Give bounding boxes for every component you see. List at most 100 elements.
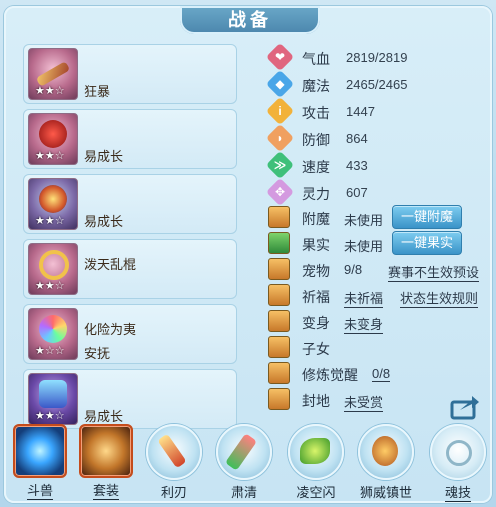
stat-value: 1447 <box>346 104 375 119</box>
stat-label: 灵力 <box>302 186 330 202</box>
fruit-label: 果实 <box>302 237 330 253</box>
cultivation-value[interactable]: 0/8 <box>372 366 391 382</box>
tab-beast[interactable]: 斗兽 <box>12 424 68 500</box>
beast-orb-icon <box>13 424 67 478</box>
equipment-trait-1: 化险为夷 <box>84 322 137 337</box>
pet-icon <box>268 258 290 280</box>
pet-label: 宠物 <box>302 263 330 279</box>
red-gem-icon: ★★☆ <box>28 113 78 165</box>
blessing-icon <box>268 284 290 306</box>
equipment-slot-4[interactable]: ★★☆ 泼天乱棍 <box>23 239 237 299</box>
equipment-trait: 易成长 <box>84 214 124 229</box>
stat-value: 2819/2819 <box>346 50 408 65</box>
mech-eye-icon: ★★☆ <box>28 178 78 230</box>
child-label: 子女 <box>302 341 330 357</box>
transform-label: 变身 <box>302 315 330 331</box>
child-icon <box>268 336 290 358</box>
stat-spirit: ✥ 灵力 607 <box>265 177 480 207</box>
one-click-enchant-button[interactable]: 一键附魔 <box>392 205 462 229</box>
enchant-value: 未使用 <box>344 213 384 228</box>
armor-set-icon <box>79 424 133 478</box>
stat-label: 防御 <box>302 132 330 148</box>
blade-icon <box>146 424 202 480</box>
skill-blade[interactable]: 利刃 <box>146 424 202 501</box>
child-row: 子女 <box>268 334 488 360</box>
cultivation-label: 修炼觉醒 <box>302 367 358 383</box>
lion-icon <box>358 424 414 480</box>
purge-icon <box>216 424 272 480</box>
star-rating: ★★☆ <box>35 150 65 162</box>
window-title: 战备 <box>180 6 320 34</box>
shield-icon: ◗ <box>265 123 295 153</box>
attack-icon: i <box>265 96 295 126</box>
equipment-slot-2[interactable]: ★★☆ 易成长 <box>23 109 237 169</box>
star-rating: ★☆☆ <box>35 345 65 357</box>
crossbow-icon: ★★☆ <box>28 48 78 100</box>
stat-label: 速度 <box>302 159 330 175</box>
enchant-icon <box>268 206 290 228</box>
star-rating: ★★☆ <box>35 85 65 97</box>
cultivation-row: 修炼觉醒 0/8 <box>268 360 488 386</box>
skill-lion[interactable]: 狮威镇世 <box>358 424 414 501</box>
stat-value: 2465/2465 <box>346 77 408 92</box>
stat-defense: ◗ 防御 864 <box>265 123 480 153</box>
stat-value: 433 <box>346 158 368 173</box>
share-icon[interactable] <box>450 394 480 420</box>
fruit-icon <box>268 232 290 254</box>
transform-value[interactable]: 未变身 <box>344 314 384 334</box>
equipment-list: ★★☆ 狂暴 ★★☆ 易成长 ★★☆ 易成长 ★★☆ 泼天乱棍 ★☆☆ 化险为夷… <box>23 44 237 434</box>
tab-armor-set[interactable]: 套装 <box>78 424 134 500</box>
star-rating: ★★☆ <box>35 215 65 227</box>
stat-label: 魔法 <box>302 78 330 94</box>
fief-icon <box>268 388 290 410</box>
skill-purge[interactable]: 肃清 <box>216 424 272 501</box>
skill-dash[interactable]: 凌空闪 <box>288 424 344 501</box>
skill-label: 狮威镇世 <box>359 485 412 500</box>
enchant-label: 附魔 <box>302 211 330 227</box>
blessing-label: 祈福 <box>302 289 330 305</box>
fief-label: 封地 <box>302 393 330 409</box>
skill-label: 凌空闪 <box>296 485 336 500</box>
equipment-slot-6[interactable]: ★★☆ 易成长 <box>23 369 237 429</box>
stat-label: 攻击 <box>302 105 330 121</box>
status-rules-link[interactable]: 状态生效规则 <box>400 288 479 308</box>
star-rating: ★★☆ <box>35 410 65 422</box>
stat-hp: ❤ 气血 2819/2819 <box>265 42 480 72</box>
tournament-preset-link[interactable]: 赛事不生效预设 <box>388 262 480 282</box>
blessing-value[interactable]: 未祈福 <box>344 288 384 308</box>
soul-skill-icon <box>430 424 486 480</box>
skill-label: 利刃 <box>160 485 187 500</box>
equipment-slot-1[interactable]: ★★☆ 狂暴 <box>23 44 237 104</box>
blessing-row: 祈福 未祈福 状态生效规则 <box>268 282 488 308</box>
transform-icon <box>268 310 290 332</box>
equipment-trait: 易成长 <box>84 409 124 424</box>
stat-mp: ◆ 魔法 2465/2465 <box>265 69 480 99</box>
one-click-fruit-button[interactable]: 一键果实 <box>392 231 462 255</box>
purple-armor-icon: ★★☆ <box>28 373 78 425</box>
speed-icon: ≫ <box>265 150 295 180</box>
equipment-trait: 泼天乱棍 <box>84 257 137 272</box>
equipment-trait: 狂暴 <box>84 84 111 99</box>
stat-value: 607 <box>346 185 368 200</box>
equipment-slot-3[interactable]: ★★☆ 易成长 <box>23 174 237 234</box>
mana-icon: ◆ <box>265 69 295 99</box>
stat-value: 864 <box>346 131 368 146</box>
dash-icon <box>288 424 344 480</box>
extra-status-list: 附魔 未使用 一键附魔 果实 未使用 一键果实 宠物 9/8 赛事不生效预设 祈… <box>268 204 488 412</box>
tab-label: 套装 <box>92 480 119 500</box>
fruit-value: 未使用 <box>344 239 384 254</box>
skill-label: 魂技 <box>444 482 471 502</box>
stat-attack: i 攻击 1447 <box>265 96 480 126</box>
rainbow-ring-icon: ★☆☆ <box>28 308 78 360</box>
skill-label: 肃清 <box>230 485 257 500</box>
transform-row: 变身 未变身 <box>268 308 488 334</box>
heart-icon: ❤ <box>265 42 295 72</box>
skill-soul[interactable]: 魂技 <box>430 424 486 502</box>
equipment-trait: 易成长 <box>84 149 124 164</box>
equipment-slot-5[interactable]: ★☆☆ 化险为夷 安抚 <box>23 304 237 364</box>
enchant-row: 附魔 未使用 一键附魔 <box>268 204 488 230</box>
stat-speed: ≫ 速度 433 <box>265 150 480 180</box>
stat-label: 气血 <box>302 51 330 67</box>
cultivation-icon <box>268 362 290 384</box>
fief-value[interactable]: 未受赏 <box>344 392 384 412</box>
